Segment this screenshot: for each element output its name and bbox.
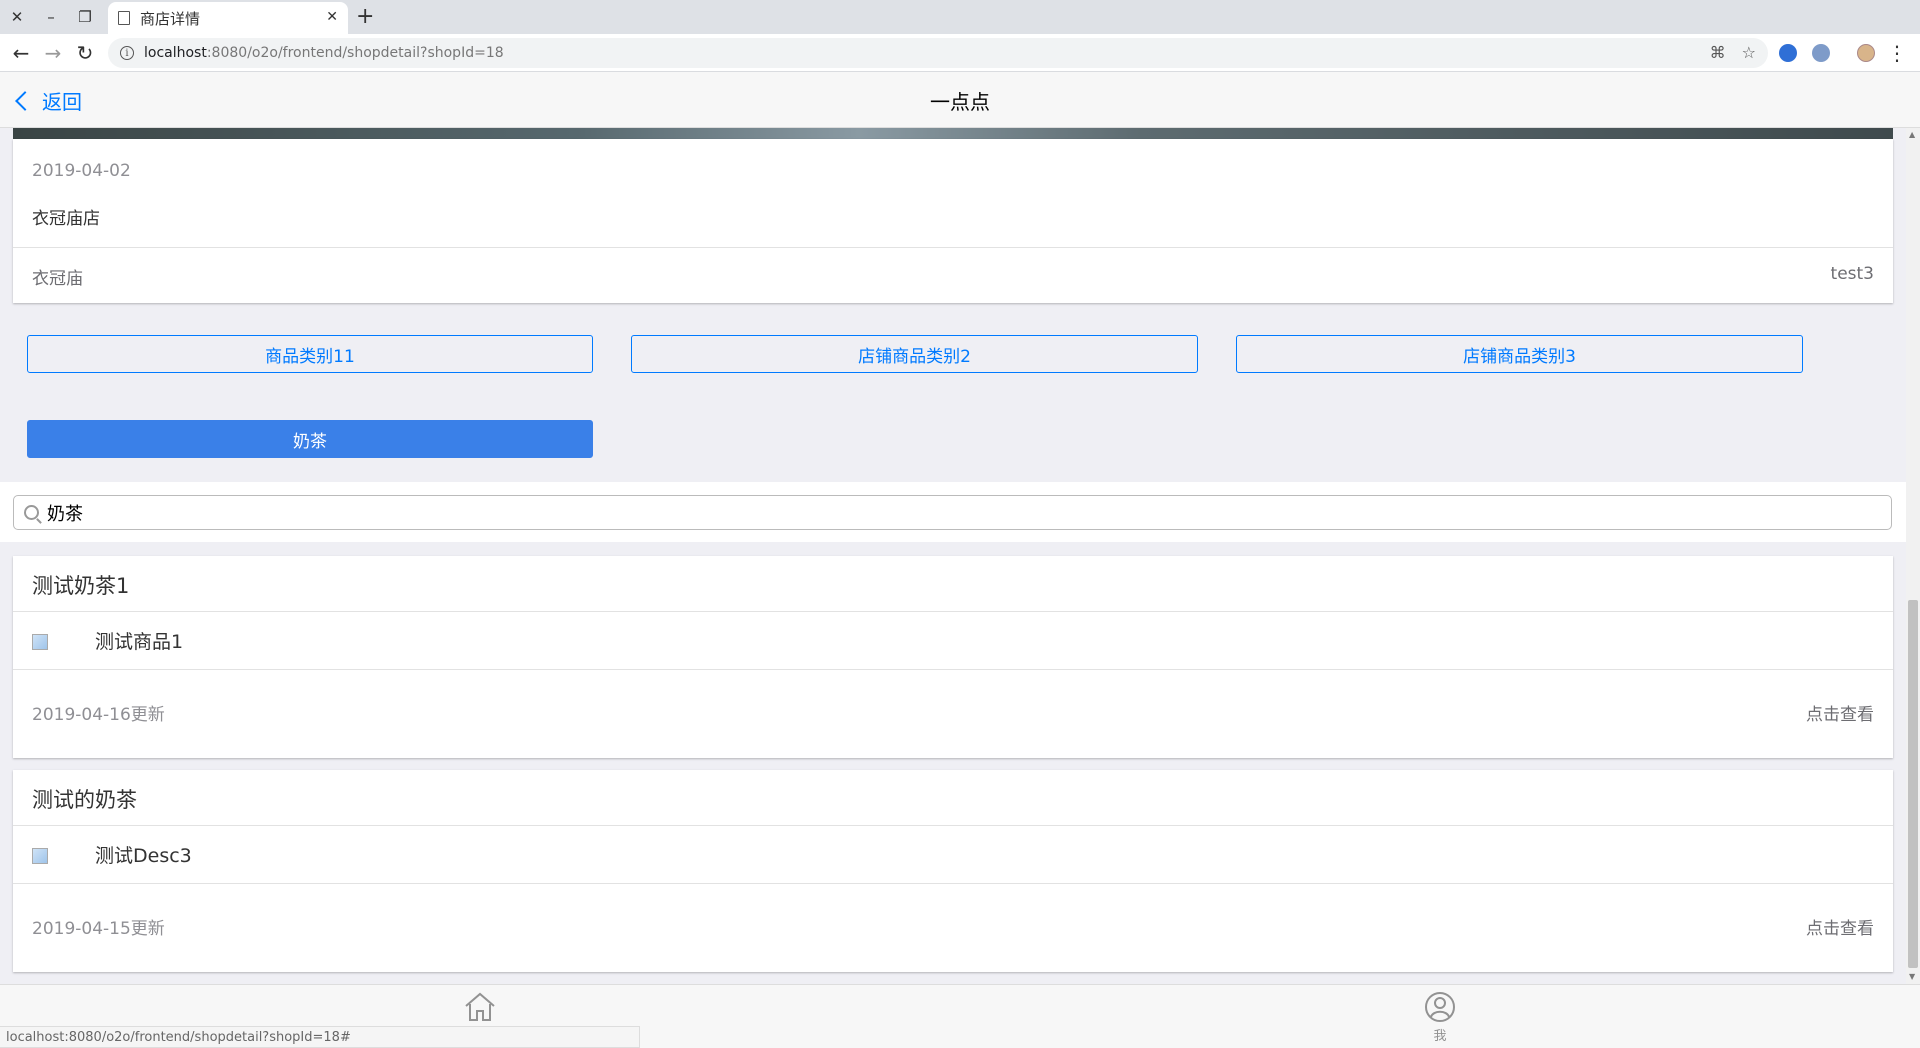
shop-address: 衣冠庙 (32, 269, 83, 289)
window-minimize-icon[interactable]: – (34, 0, 68, 34)
shop-info-footer: 衣冠庙 test3 (13, 247, 1893, 303)
scrollbar-thumb[interactable] (1908, 600, 1918, 968)
product-description: 测试商品1 (95, 631, 184, 653)
category-button-active[interactable]: 奶茶 (27, 420, 593, 458)
product-card-header: 测试奶茶1 (13, 556, 1893, 612)
product-card-content: 测试Desc3 (13, 826, 1893, 884)
scroll-down-icon[interactable]: ▼ (1909, 972, 1915, 981)
product-name: 测试奶茶1 (32, 574, 130, 598)
profile-avatar-icon[interactable] (1857, 44, 1875, 62)
search-input[interactable]: 奶茶 (13, 495, 1892, 530)
product-card-header: 测试的奶茶 (13, 770, 1893, 826)
tab-me-label: 我 (1433, 1029, 1447, 1044)
url-path: :8080/o2o/frontend/shopdetail?shopId=18 (206, 45, 504, 61)
url-host: localhost (144, 45, 207, 61)
category-button[interactable]: 店铺商品类别2 (631, 335, 1198, 373)
search-icon (24, 505, 39, 520)
search-bar: 奶茶 (0, 482, 1906, 542)
view-link[interactable]: 点击查看 (1806, 914, 1874, 939)
product-card[interactable]: 测试的奶茶 测试Desc3 2019-04-15更新 点击查看 (13, 770, 1893, 972)
tab-me[interactable]: 我 (1400, 991, 1480, 1044)
shop-banner-image (13, 128, 1893, 139)
product-description: 测试Desc3 (95, 845, 192, 867)
product-card-footer: 2019-04-15更新 点击查看 (13, 884, 1893, 972)
shop-info-card: 2019-04-02 衣冠庙店 衣冠庙 test3 (13, 139, 1893, 303)
translate-icon[interactable]: ⌘ (1710, 43, 1726, 62)
product-updated: 2019-04-15更新 (32, 919, 165, 939)
new-tab-icon[interactable]: + (356, 4, 374, 29)
back-arrow-icon[interactable]: ← (8, 40, 34, 66)
shop-date: 2019-04-02 (32, 161, 131, 181)
reload-icon[interactable]: ↻ (72, 40, 98, 66)
scroll-up-icon[interactable]: ▲ (1909, 130, 1915, 139)
browser-tab[interactable]: 商店详情 ✕ (108, 2, 348, 34)
browser-toolbar: ← → ↻ i localhost:8080/o2o/frontend/shop… (0, 34, 1920, 72)
tab-title: 商店详情 (140, 9, 201, 28)
forward-arrow-icon[interactable]: → (40, 40, 66, 66)
window-restore-icon[interactable]: ❐ (68, 0, 102, 34)
page-title: 一点点 (930, 90, 990, 114)
app-navbar: 返回 一点点 (0, 72, 1920, 128)
product-image (32, 634, 48, 650)
page-scrollbar[interactable]: ▲ ▼ (1906, 128, 1920, 984)
category-button[interactable]: 店铺商品类别3 (1236, 335, 1803, 373)
product-card[interactable]: 测试奶茶1 测试商品1 2019-04-16更新 点击查看 (13, 556, 1893, 758)
shop-phone: test3 (1830, 264, 1874, 284)
product-updated: 2019-04-16更新 (32, 705, 165, 725)
view-link[interactable]: 点击查看 (1806, 700, 1874, 725)
category-button[interactable]: 商品类别11 (27, 335, 593, 373)
window-close-icon[interactable]: ✕ (0, 0, 34, 34)
extension-icon[interactable] (1812, 44, 1830, 62)
address-bar[interactable]: i localhost:8080/o2o/frontend/shopdetail… (108, 38, 1768, 68)
product-card-content: 测试商品1 (13, 612, 1893, 670)
status-bar-url: localhost:8080/o2o/frontend/shopdetail?s… (0, 1026, 640, 1048)
search-value: 奶茶 (47, 503, 83, 525)
product-name: 测试的奶茶 (32, 788, 137, 812)
extension-icon[interactable] (1779, 44, 1797, 62)
tab-close-icon[interactable]: ✕ (326, 9, 338, 25)
home-icon (465, 992, 495, 1021)
page-icon (118, 11, 130, 25)
browser-tab-strip: ✕ – ❐ 商店详情 ✕ + (0, 0, 1920, 34)
product-card-footer: 2019-04-16更新 点击查看 (13, 670, 1893, 758)
product-image (32, 848, 48, 864)
browser-menu-icon[interactable]: ⋮ (1884, 40, 1910, 66)
shop-description: 衣冠庙店 (32, 209, 100, 229)
person-icon (1425, 992, 1455, 1022)
bookmark-star-icon[interactable]: ☆ (1742, 43, 1756, 62)
site-info-icon[interactable]: i (120, 46, 134, 60)
